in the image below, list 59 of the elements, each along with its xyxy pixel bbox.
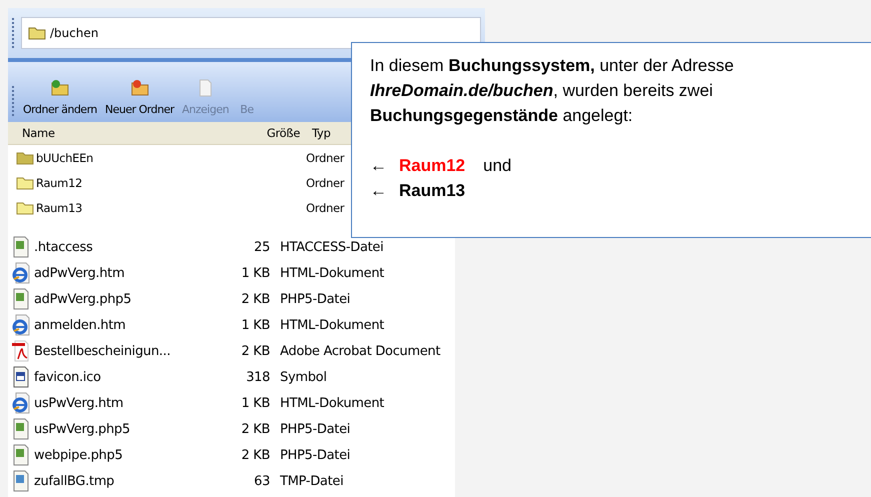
file-icon (12, 444, 30, 466)
file-size: 318 (245, 370, 271, 384)
file-size: 2 KB (240, 292, 271, 306)
address-field[interactable]: /buchen (21, 17, 481, 49)
file-name[interactable]: Bestellbescheinigun... (34, 344, 214, 358)
column-header[interactable]: Größe (244, 126, 306, 140)
file-type: Symbol (280, 370, 327, 384)
file-type: PHP5-Datei (280, 292, 350, 306)
file-type: HTML-Dokument (280, 318, 384, 332)
folder-icon (130, 79, 150, 97)
browser-icon (12, 262, 30, 284)
file-type: Adobe Acrobat Document (280, 344, 440, 358)
file-icon (12, 288, 30, 310)
callout-text: In diesem Buchungssystem, unter der Adresse IhreDomain.de/buchen, wurden bereits zwei Buchungsgegenstände angelegt: (370, 55, 735, 127)
folder-icon (16, 150, 34, 164)
folder-icon (16, 176, 34, 190)
file-size: 1 KB (240, 266, 271, 280)
file-name[interactable]: favicon.ico (34, 370, 214, 384)
column-header[interactable]: Name (8, 126, 244, 140)
file-name[interactable]: webpipe.php5 (34, 448, 214, 462)
browser-icon (12, 314, 30, 336)
conjunction-text: und (483, 155, 512, 177)
browser-icon (12, 392, 30, 414)
file-name[interactable]: adPwVerg.php5 (34, 292, 214, 306)
file-size: 63 (253, 474, 271, 488)
toolbar-button[interactable]: Ordner ändern (21, 79, 99, 116)
file-name[interactable]: .htaccess (34, 240, 214, 254)
file-size: 2 KB (240, 448, 271, 462)
address-path: /buchen (50, 26, 98, 40)
file-name[interactable]: anmelden.htm (34, 318, 214, 332)
file-icon (12, 236, 30, 258)
file-type: HTACCESS-Datei (280, 240, 384, 254)
file-type: PHP5-Datei (280, 448, 350, 462)
file-icon (12, 418, 30, 440)
file-size: 1 KB (240, 318, 271, 332)
file-name[interactable]: adPwVerg.htm (34, 266, 214, 280)
file-name[interactable]: zufallBG.tmp (34, 474, 214, 488)
file-size: 25 (253, 240, 271, 254)
file-size: 1 KB (240, 396, 271, 410)
file-name[interactable]: usPwVerg.htm (34, 396, 214, 410)
file-size: 2 KB (240, 422, 271, 436)
file-size: 2 KB (240, 344, 271, 358)
file-icon (12, 470, 30, 492)
toolbar-button[interactable]: Neuer Ordner (103, 79, 176, 116)
folder-icon (16, 200, 34, 214)
file-type: HTML-Dokument (280, 266, 384, 280)
room-name: Raum13 (399, 180, 466, 202)
folder-icon (50, 79, 70, 97)
image-file-icon (12, 366, 30, 388)
arrow-glyph: ← (370, 180, 387, 202)
room-name: Raum12 (399, 155, 466, 177)
file-name[interactable]: usPwVerg.php5 (34, 422, 214, 436)
file-type: PHP5-Datei (280, 422, 350, 436)
file-type: TMP-Datei (280, 474, 344, 488)
column-header[interactable]: Typ (306, 126, 330, 140)
folder-icon (28, 26, 46, 40)
arrow-glyph: ← (370, 155, 387, 177)
pdf-icon (12, 340, 30, 362)
file-type: HTML-Dokument (280, 396, 384, 410)
